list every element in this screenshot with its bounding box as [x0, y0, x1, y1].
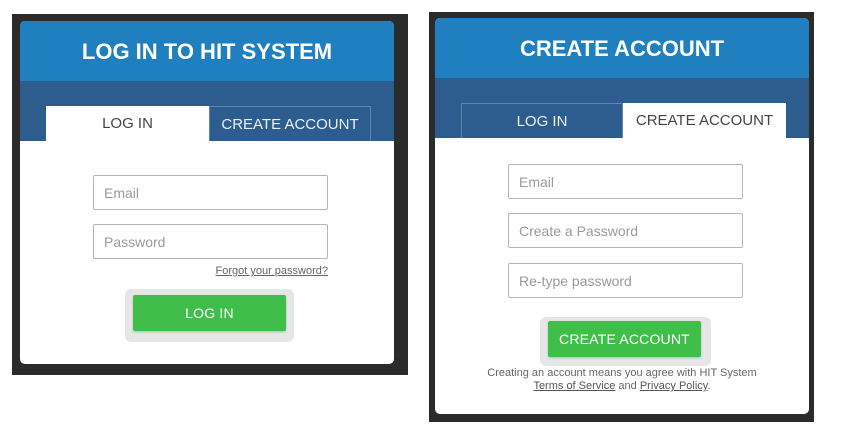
login-title: LOG IN TO HIT SYSTEM — [81, 39, 333, 64]
login-card-header: LOG IN TO HIT SYSTEM — [20, 21, 394, 81]
retype-password-input[interactable] — [508, 263, 743, 298]
tab-create-account[interactable]: CREATE ACCOUNT — [623, 103, 786, 139]
login-button-label: LOG IN — [185, 305, 234, 321]
terms-line: Terms of Service and Privacy Policy. — [435, 380, 809, 393]
forgot-password-link[interactable]: Forgot your password? — [216, 265, 329, 277]
password-input[interactable] — [93, 224, 328, 259]
create-tabbar: LOG IN CREATE ACCOUNT — [435, 78, 809, 139]
create-password-input[interactable] — [508, 213, 743, 248]
tab-create-account-label: CREATE ACCOUNT — [635, 112, 774, 129]
create-account-button-label: CREATE ACCOUNT — [559, 331, 690, 347]
privacy-policy-link[interactable]: Privacy Policy — [640, 380, 708, 392]
create-title: CREATE ACCOUNT — [519, 36, 725, 61]
forgot-password-text: Forgot your password? — [215, 265, 329, 277]
email-input[interactable] — [93, 175, 328, 210]
login-tabbar: LOG IN CREATE ACCOUNT — [20, 81, 394, 142]
create-account-button[interactable]: CREATE ACCOUNT — [548, 321, 701, 357]
login-card: LOG IN TO HIT SYSTEM LOG IN CREATE ACCOU… — [20, 21, 394, 364]
terms-and: and — [618, 380, 637, 392]
terms-of-service-link[interactable]: Terms of Service — [533, 380, 615, 392]
email-input[interactable] — [508, 164, 743, 199]
create-card: CREATE ACCOUNT LOG IN CREATE ACCOUNT CRE… — [435, 18, 809, 414]
tab-login[interactable]: LOG IN — [46, 106, 209, 142]
terms-prefix: Creating an account means you agree with… — [487, 367, 757, 379]
tab-create-account[interactable]: CREATE ACCOUNT — [209, 106, 371, 141]
tab-login[interactable]: LOG IN — [461, 103, 623, 138]
tab-login-label: LOG IN — [516, 113, 568, 130]
terms-suffix: . — [707, 380, 711, 392]
create-card-header: CREATE ACCOUNT — [435, 18, 809, 78]
tab-login-label: LOG IN — [102, 115, 153, 132]
login-button[interactable]: LOG IN — [133, 295, 286, 331]
tab-create-account-label: CREATE ACCOUNT — [221, 116, 359, 133]
terms-notice: Creating an account means you agree with… — [435, 367, 809, 393]
